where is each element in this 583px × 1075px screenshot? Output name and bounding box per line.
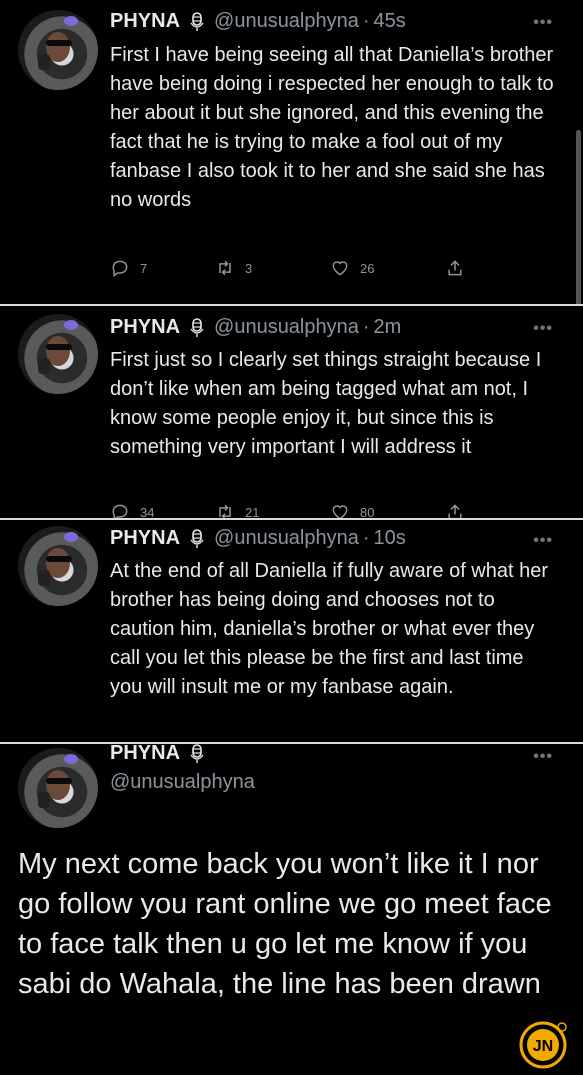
- like-icon: [332, 261, 348, 276]
- tweet-text: At the end of all Daniella if fully awar…: [110, 560, 549, 698]
- display-name[interactable]: PHYNA: [110, 10, 180, 33]
- avatar[interactable]: [18, 314, 98, 394]
- like-count: 80: [360, 504, 375, 519]
- timestamp[interactable]: 10s: [374, 527, 406, 550]
- more-icon[interactable]: •••: [533, 532, 553, 550]
- retweet-icon: [219, 504, 231, 518]
- handle[interactable]: @unusualphyna: [110, 771, 255, 794]
- tweet-text: First I have being seeing all that Danie…: [110, 44, 554, 211]
- handle[interactable]: @unusualphyna: [214, 10, 359, 33]
- share-icon: [448, 504, 462, 518]
- reply-count: 34: [140, 504, 155, 519]
- reply-button[interactable]: 34: [110, 502, 215, 518]
- display-name[interactable]: PHYNA: [110, 316, 180, 339]
- separator-dot: ·: [362, 316, 370, 338]
- reply-count: 7: [140, 260, 148, 276]
- reply-icon: [112, 504, 128, 518]
- retweet-icon: [219, 260, 231, 276]
- watermark-text: JN: [533, 1038, 553, 1055]
- tweet-header: PHYNA @unusualphyna · 2m: [110, 316, 401, 339]
- separator-dot: ·: [362, 10, 370, 32]
- action-bar: 34 21 80: [110, 502, 490, 518]
- more-icon[interactable]: •••: [533, 320, 553, 338]
- share-button[interactable]: [445, 258, 465, 278]
- tweet-header: PHYNA @unusualphyna · 45s: [110, 10, 406, 33]
- retweet-button[interactable]: 21: [215, 502, 330, 518]
- separator-dot: ·: [362, 527, 370, 549]
- share-icon: [448, 260, 462, 276]
- handle[interactable]: @unusualphyna: [214, 527, 359, 550]
- retweet-button[interactable]: 3: [215, 258, 330, 278]
- avatar[interactable]: [18, 526, 98, 606]
- tweet-header: PHYNA: [110, 744, 214, 765]
- tweet-text: First just so I clearly set things strai…: [110, 349, 542, 458]
- avatar[interactable]: [18, 10, 98, 90]
- like-icon: [332, 505, 348, 518]
- action-bar: 7 3 26: [110, 258, 490, 278]
- more-icon[interactable]: •••: [533, 748, 553, 766]
- timestamp[interactable]: 45s: [374, 10, 406, 33]
- microphone-icon: [190, 528, 204, 549]
- tweet-panel-4: PHYNA ••• @unusualphyna My next come bac…: [0, 744, 583, 1075]
- reply-icon: [112, 260, 128, 277]
- tweet-panel-3: PHYNA @unusualphyna · 10s ••• At the end…: [0, 520, 583, 742]
- tweet-panel-2: PHYNA @unusualphyna · 2m ••• First just …: [0, 306, 583, 518]
- share-button[interactable]: [445, 502, 465, 518]
- tweet-text: My next come back you won’t like it I no…: [18, 848, 552, 1000]
- display-name[interactable]: PHYNA: [110, 527, 180, 550]
- microphone-icon: [190, 11, 204, 32]
- microphone-icon: [190, 744, 204, 764]
- avatar[interactable]: [18, 748, 98, 828]
- like-button[interactable]: 26: [330, 258, 445, 278]
- handle[interactable]: @unusualphyna: [214, 316, 359, 339]
- tweet-panel-1: PHYNA @unusualphyna · 45s ••• First I ha…: [0, 0, 583, 304]
- more-icon[interactable]: •••: [533, 14, 553, 32]
- like-button[interactable]: 80: [330, 502, 445, 518]
- microphone-icon: [190, 317, 204, 338]
- tweet-header: PHYNA @unusualphyna · 10s: [110, 527, 406, 550]
- like-count: 26: [360, 260, 375, 276]
- scrollbar[interactable]: [576, 130, 581, 304]
- display-name[interactable]: PHYNA: [110, 744, 180, 765]
- timestamp[interactable]: 2m: [374, 316, 402, 339]
- reply-button[interactable]: 7: [110, 258, 215, 278]
- retweet-count: 3: [245, 260, 253, 276]
- jn-watermark-logo: JN: [518, 1020, 568, 1070]
- retweet-count: 21: [245, 504, 260, 519]
